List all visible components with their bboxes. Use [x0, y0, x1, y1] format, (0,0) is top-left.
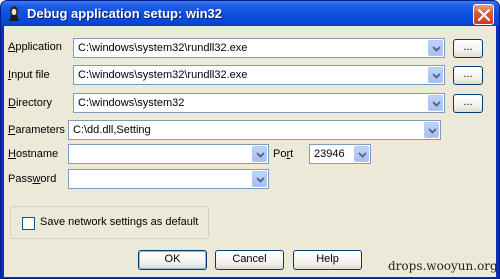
- port-label: Port: [273, 148, 294, 160]
- application-combo[interactable]: C:\windows\system32\rundll32.exe: [73, 38, 445, 58]
- chevron-down-icon[interactable]: [252, 171, 267, 187]
- parameters-value: C:\dd.dll,Setting: [73, 124, 151, 136]
- parameters-label: Parameters: [8, 124, 65, 136]
- port-value: 23946: [314, 148, 345, 160]
- app-icon: [6, 5, 22, 22]
- password-combo[interactable]: [68, 169, 269, 189]
- close-button[interactable]: [473, 4, 494, 25]
- input-file-value: C:\windows\system32\rundll32.exe: [78, 69, 248, 81]
- chevron-down-icon[interactable]: [354, 146, 369, 162]
- network-settings-group: Save network settings as default: [10, 206, 209, 239]
- password-label: Password: [8, 173, 57, 185]
- help-button[interactable]: Help: [293, 250, 362, 270]
- directory-combo[interactable]: C:\windows\system32: [73, 93, 445, 113]
- chevron-down-icon[interactable]: [428, 40, 443, 56]
- hostname-label: Hostname: [8, 148, 59, 160]
- application-browse-button[interactable]: ...: [453, 39, 483, 58]
- save-settings-label[interactable]: Save network settings as default: [40, 216, 198, 228]
- title-bar[interactable]: Debug application setup: win32: [1, 1, 499, 26]
- directory-browse-button[interactable]: ...: [453, 94, 483, 113]
- close-icon: [478, 9, 490, 21]
- input-file-browse-button[interactable]: ...: [453, 66, 483, 85]
- input-file-label: Input file: [8, 69, 50, 81]
- parameters-combo[interactable]: C:\dd.dll,Setting: [68, 120, 441, 140]
- directory-label: Directory: [8, 97, 53, 109]
- cancel-button[interactable]: Cancel: [215, 250, 284, 270]
- application-label: Application: [8, 41, 62, 53]
- save-settings-checkbox[interactable]: [22, 217, 35, 230]
- chevron-down-icon[interactable]: [424, 122, 439, 138]
- input-file-combo[interactable]: C:\windows\system32\rundll32.exe: [73, 65, 445, 85]
- port-combo[interactable]: 23946: [309, 144, 371, 164]
- directory-value: C:\windows\system32: [78, 97, 185, 109]
- chevron-down-icon[interactable]: [428, 95, 443, 111]
- dialog-body: Application C:\windows\system32\rundll32…: [4, 26, 496, 277]
- dialog-window: Debug application setup: win32 Applicati…: [0, 0, 500, 279]
- hostname-combo[interactable]: [68, 144, 269, 164]
- chevron-down-icon[interactable]: [252, 146, 267, 162]
- watermark: drops.wooyun.org: [388, 259, 498, 273]
- application-value: C:\windows\system32\rundll32.exe: [78, 42, 248, 54]
- window-title: Debug application setup: win32: [27, 6, 223, 21]
- ok-button[interactable]: OK: [138, 250, 207, 270]
- chevron-down-icon[interactable]: [428, 67, 443, 83]
